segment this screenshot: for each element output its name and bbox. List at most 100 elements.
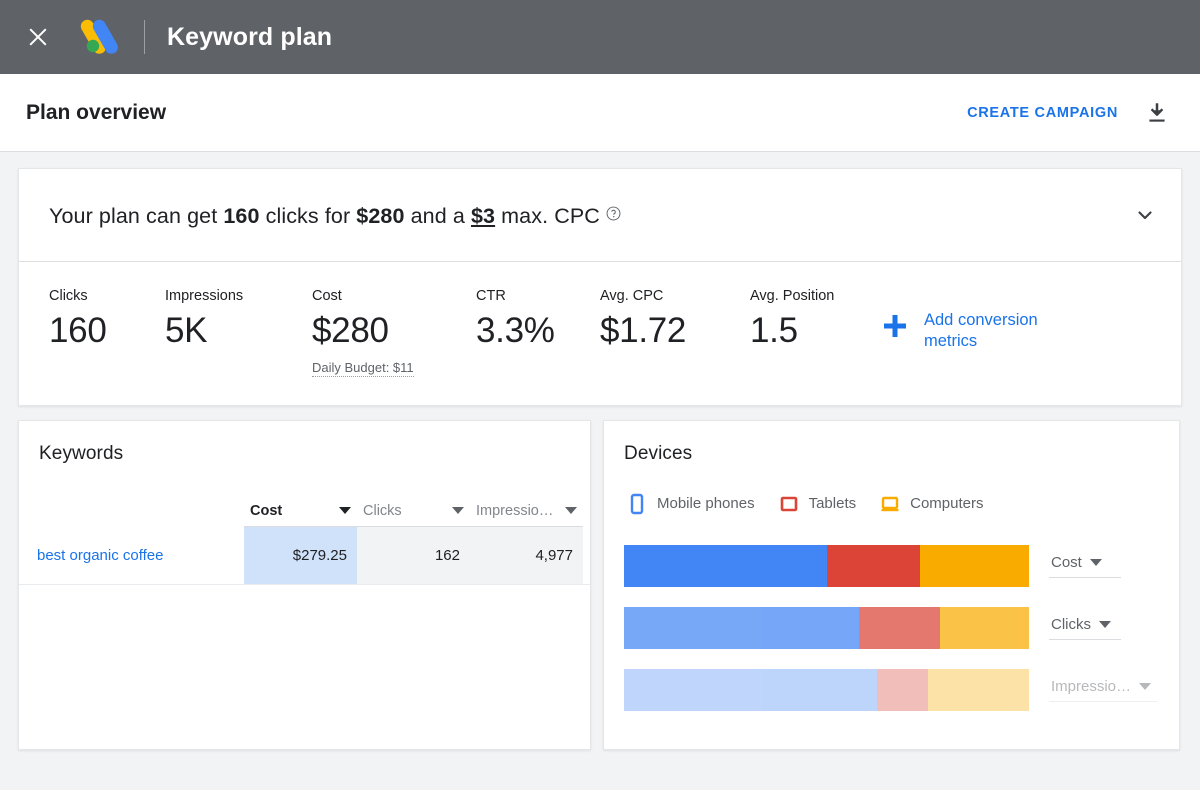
metric-label: CTR [476, 288, 506, 304]
bar-metric-selector-clicks[interactable]: Clicks [1049, 616, 1121, 640]
close-icon[interactable] [18, 17, 58, 57]
column-label: Cost [250, 502, 283, 519]
keyword-link[interactable]: best organic coffee [37, 547, 163, 564]
legend-label: Mobile phones [657, 495, 755, 513]
summary-cost: $280 [356, 203, 405, 228]
mobile-phone-icon [626, 493, 648, 515]
keywords-table-header: Cost Clicks Impressio… [19, 465, 590, 527]
column-header-clicks[interactable]: Clicks [357, 503, 470, 527]
devices-panel-title: Devices [624, 442, 693, 464]
lower-panels: Keywords Cost Clicks Impressio… best org… [18, 419, 1182, 750]
summary-mid-2: and a [404, 203, 471, 228]
legend-item-tablets: Tablets [778, 493, 857, 515]
chevron-down-icon [452, 507, 464, 515]
chevron-down-icon [1099, 620, 1111, 628]
add-conversion-metrics-label: Add conversion metrics [924, 311, 1038, 351]
google-ads-logo [76, 17, 122, 57]
metric-value: 3.3% [476, 311, 555, 350]
tablet-icon [778, 493, 800, 515]
legend-label: Computers [910, 495, 984, 513]
bar-segment-tablet [877, 668, 928, 711]
keyword-cell: best organic coffee [19, 526, 244, 584]
legend-item-mobile-phones: Mobile phones [626, 493, 755, 515]
plan-summary-header: Your plan can get 160 clicks for $280 an… [19, 169, 1181, 262]
bar-metric-label: Impressio… [1051, 677, 1132, 695]
metric-label: Avg. CPC [600, 288, 664, 304]
bar-segment-computer [919, 544, 1029, 587]
sub-header-actions: CREATE CAMPAIGN [967, 100, 1170, 126]
plan-summary-card: Your plan can get 160 clicks for $280 an… [18, 168, 1182, 406]
metric-label: Impressions [165, 288, 244, 304]
header-divider [144, 20, 145, 54]
bar-row-impressions: Impressio… [604, 659, 1179, 721]
page-body: Your plan can get 160 clicks for $280 an… [0, 152, 1200, 750]
metric-avg-position: Avg. Position 1.5 [750, 288, 880, 350]
daily-budget-label[interactable]: Daily Budget: $11 [312, 360, 414, 377]
stacked-bar [624, 606, 1029, 649]
column-label: Impressio… [476, 502, 554, 519]
table-row[interactable]: best organic coffee $279.25 162 4,977 [19, 526, 590, 585]
metric-value: $1.72 [600, 311, 687, 350]
sub-header: Plan overview CREATE CAMPAIGN [0, 74, 1200, 152]
legend-label: Tablets [808, 495, 857, 513]
metric-value: 160 [49, 311, 107, 350]
bar-row-clicks: Clicks [604, 597, 1179, 659]
bar-segment-computer [939, 606, 1029, 649]
bar-metric-label: Cost [1051, 553, 1082, 571]
impressions-cell: 4,977 [470, 526, 583, 584]
plus-icon [880, 311, 910, 341]
chevron-down-icon [339, 507, 351, 515]
metric-value: 5K [165, 311, 208, 350]
chevron-down-icon [565, 507, 577, 515]
keywords-panel: Keywords Cost Clicks Impressio… best org… [18, 419, 591, 750]
metric-ctr: CTR 3.3% [476, 288, 600, 350]
devices-bar-chart: Cost Clicks Impressio… [604, 515, 1179, 721]
stacked-bar [624, 668, 1029, 711]
bar-metric-label: Clicks [1051, 615, 1091, 633]
page-title: Keyword plan [167, 22, 333, 51]
keyword-plan-app: Keyword plan Plan overview CREATE CAMPAI… [0, 0, 1200, 790]
column-label: Clicks [363, 502, 402, 519]
summary-clicks: 160 [223, 203, 260, 228]
chevron-down-icon [1089, 558, 1102, 566]
bar-segment-mobile [624, 606, 859, 649]
bar-segment-computer [927, 668, 1029, 711]
metric-value: 1.5 [750, 311, 798, 350]
summary-prefix: Your plan can get [49, 203, 224, 228]
plan-overview-title: Plan overview [26, 100, 167, 124]
plan-summary-text: Your plan can get 160 clicks for $280 an… [49, 202, 621, 229]
metric-clicks: Clicks 160 [49, 288, 165, 350]
metric-label: Clicks [49, 288, 88, 304]
column-header-impressions[interactable]: Impressio… [470, 503, 583, 527]
bar-metric-selector-impressions[interactable]: Impressio… [1049, 677, 1158, 702]
devices-panel: Devices Mobile phones Tablets Computers … [603, 419, 1180, 750]
metric-label: Cost [312, 288, 342, 304]
bar-segment-tablet [858, 606, 940, 649]
metric-label: Avg. Position [750, 288, 835, 304]
summary-max-cpc[interactable]: $3 [471, 204, 495, 228]
bar-segment-mobile [624, 668, 878, 711]
column-header-cost[interactable]: Cost [244, 503, 357, 527]
keywords-panel-title: Keywords [39, 442, 124, 464]
bar-row-cost: Cost [604, 535, 1179, 597]
summary-suffix: max. CPC [495, 203, 600, 228]
metric-avg-cpc: Avg. CPC $1.72 [600, 288, 750, 350]
add-conversion-metrics-button[interactable]: Add conversion metrics [880, 310, 1064, 352]
metrics-row: Clicks 160 Impressions 5K Cost $280 Dail… [19, 262, 1181, 405]
computer-icon [879, 493, 901, 515]
chevron-down-icon[interactable] [1133, 203, 1157, 227]
devices-legend: Mobile phones Tablets Computers [604, 465, 1179, 515]
metric-value: $280 [312, 311, 389, 350]
metric-cost: Cost $280 Daily Budget: $11 [312, 288, 476, 377]
download-icon[interactable] [1144, 100, 1170, 126]
stacked-bar [624, 544, 1029, 587]
bar-metric-selector-cost[interactable]: Cost [1049, 554, 1121, 578]
clicks-cell: 162 [357, 526, 470, 584]
summary-mid-1: clicks for [259, 203, 357, 228]
top-bar: Keyword plan [0, 0, 1200, 74]
create-campaign-button[interactable]: CREATE CAMPAIGN [967, 105, 1118, 121]
metric-impressions: Impressions 5K [165, 288, 312, 350]
bar-segment-tablet [826, 544, 920, 587]
legend-item-computers: Computers [879, 493, 983, 515]
help-icon[interactable] [606, 202, 621, 220]
